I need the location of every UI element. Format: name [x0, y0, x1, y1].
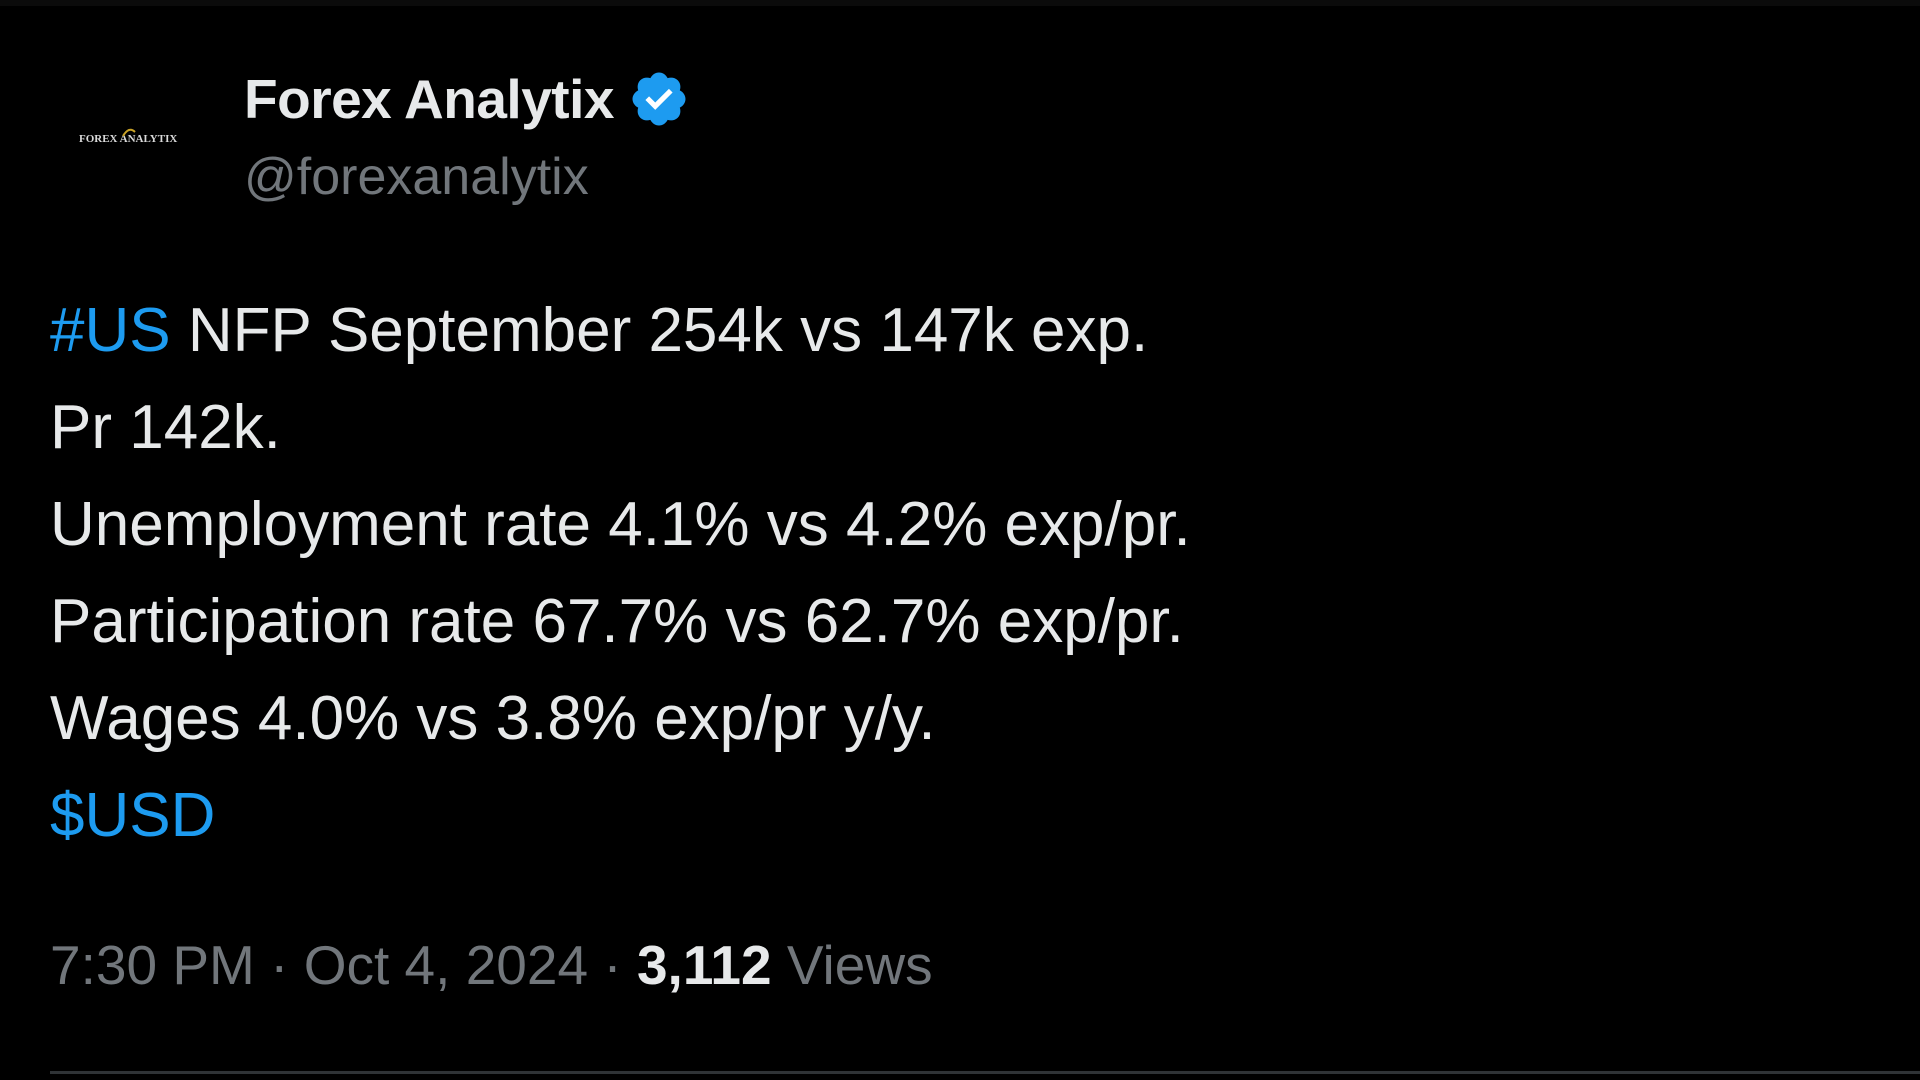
tweet-line-6: $USD — [50, 767, 1870, 864]
views-count: 3,112 — [636, 934, 772, 996]
meta-separator: · — [254, 934, 304, 996]
tweet-line-4: Participation rate 67.7% vs 62.7% exp/pr… — [50, 587, 1184, 656]
tweet-meta: 7:30 PM · Oct 4, 2024 · 3,112 Views — [50, 930, 933, 1000]
tweet-line-3: Unemployment rate 4.1% vs 4.2% exp/pr. — [50, 490, 1191, 559]
author-info: Forex Analytix @forexanalytix — [244, 64, 690, 212]
verified-badge-icon[interactable] — [628, 68, 690, 130]
avatar[interactable]: FOREX ANALYTIX — [50, 62, 210, 222]
name-row: Forex Analytix — [244, 64, 690, 134]
avatar-logo-text: FOREX ANALYTIX — [79, 133, 177, 145]
divider — [50, 1071, 1920, 1074]
tweet-date[interactable]: Oct 4, 2024 — [304, 934, 588, 996]
forex-analytix-logo: FOREX ANALYTIX — [79, 128, 177, 145]
tweet-card: FOREX ANALYTIX Forex Analytix @forexanal… — [0, 0, 1920, 1080]
tweet-line-5: Wages 4.0% vs 3.8% exp/pr y/y. — [50, 684, 936, 753]
cashtag-link[interactable]: $USD — [50, 781, 215, 850]
tweet-text: #US NFP September 254k vs 147k exp. Pr 1… — [50, 282, 1870, 864]
handle[interactable]: @forexanalytix — [244, 142, 690, 212]
tweet-time[interactable]: 7:30 PM — [50, 934, 255, 996]
meta-separator: · — [588, 934, 637, 996]
top-edge — [0, 0, 1920, 6]
hashtag-link[interactable]: #US — [50, 296, 171, 365]
tweet-line-1: #US NFP September 254k vs 147k exp. — [50, 282, 1870, 379]
display-name[interactable]: Forex Analytix — [244, 64, 614, 134]
tweet-line-2: Pr 142k. — [50, 393, 281, 462]
views-label: Views — [771, 934, 933, 996]
tweet-line-1-text: NFP September 254k vs 147k exp. — [170, 296, 1149, 365]
